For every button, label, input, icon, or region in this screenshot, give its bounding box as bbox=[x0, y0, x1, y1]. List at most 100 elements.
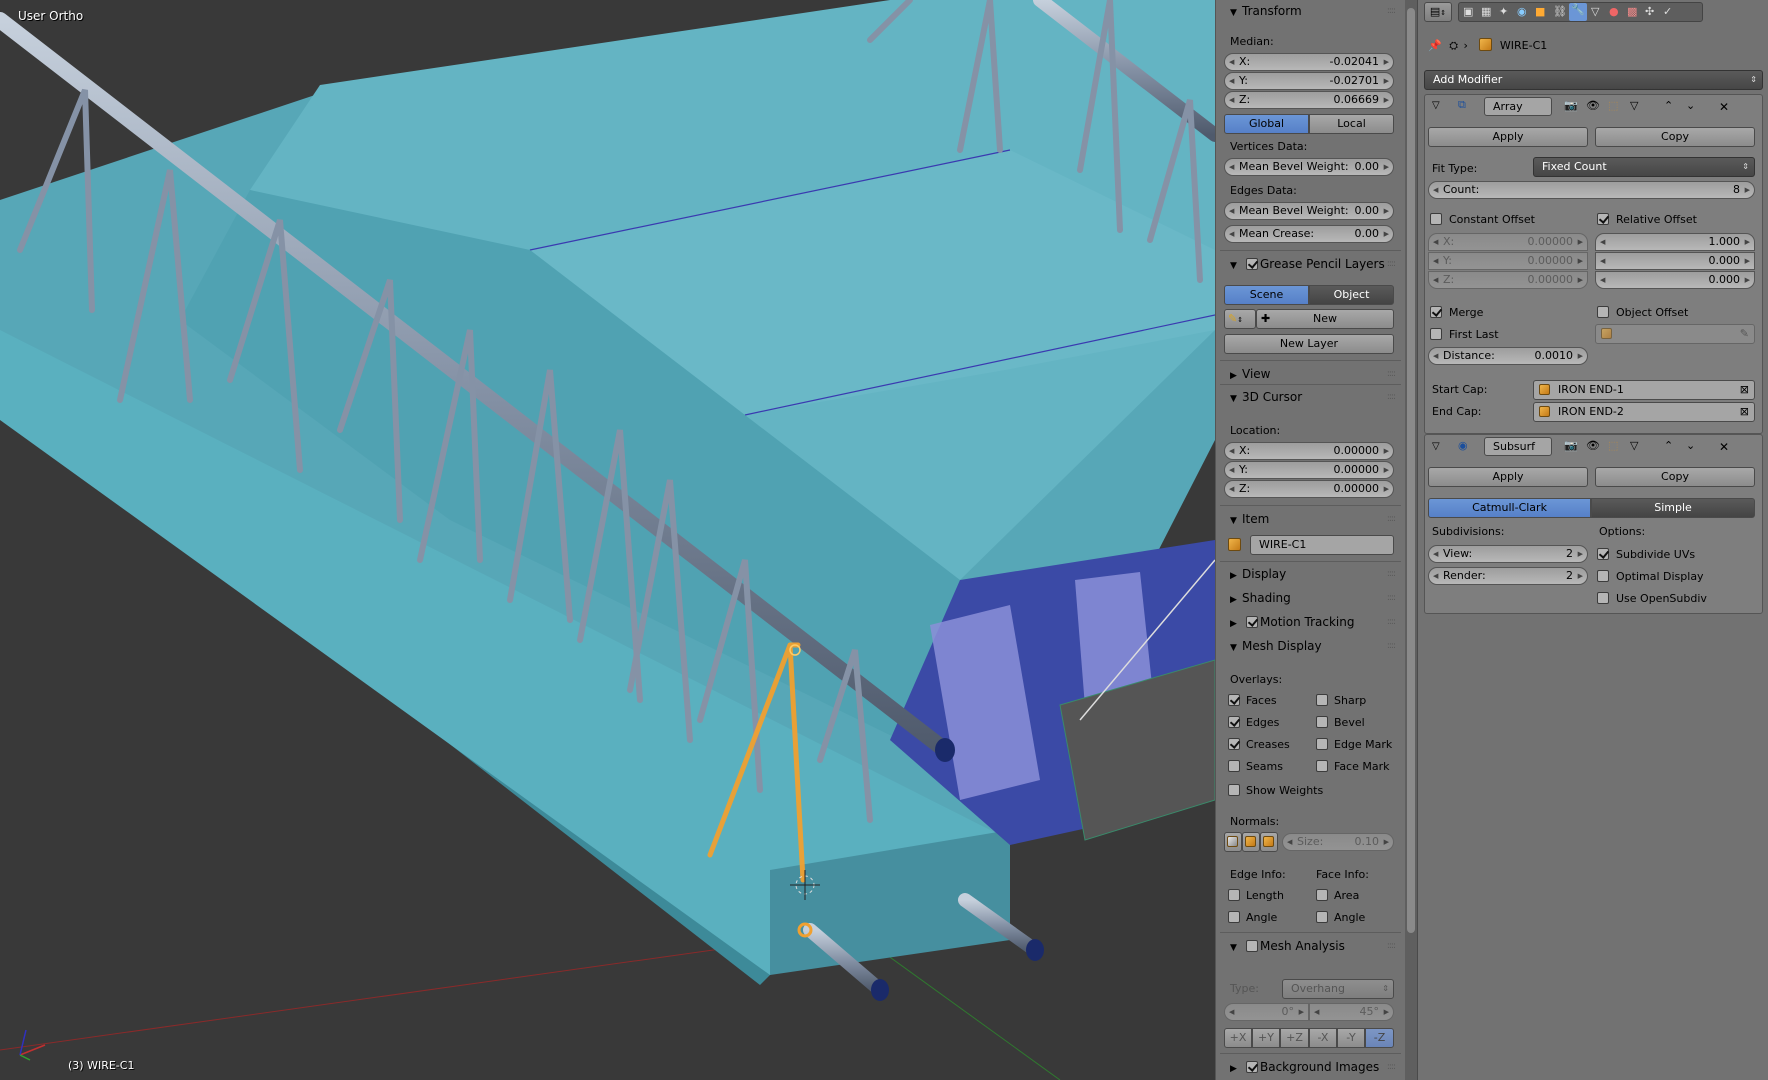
local-toggle[interactable]: Local bbox=[1309, 114, 1394, 134]
drag-grip-icon[interactable]: :::: bbox=[1387, 1056, 1396, 1078]
item-panel-header[interactable]: ▼ Item:::: bbox=[1220, 508, 1401, 530]
seams-checkbox[interactable] bbox=[1228, 760, 1240, 772]
collapse-triangle-icon[interactable]: ▽ bbox=[1432, 441, 1440, 452]
start-cap-field[interactable]: IRON END-1 ⊠ bbox=[1533, 380, 1755, 400]
item-name-field[interactable]: WIRE-C1 bbox=[1250, 535, 1394, 555]
increment-arrow-icon[interactable]: ▶ bbox=[1384, 443, 1389, 459]
drag-grip-icon[interactable]: :::: bbox=[1387, 386, 1396, 408]
show-on-cage-icon[interactable]: ▽ bbox=[1630, 99, 1638, 112]
move-down-icon[interactable]: ⌄ bbox=[1686, 99, 1695, 112]
merge-distance-field[interactable]: ◀ Distance: 0.0010 ▶ bbox=[1428, 347, 1588, 365]
offset-object-field[interactable]: ✎ bbox=[1595, 324, 1755, 344]
drag-grip-icon[interactable]: :::: bbox=[1387, 635, 1396, 657]
transform-panel-header[interactable]: ▼ Transform:::: bbox=[1220, 0, 1401, 22]
bevel-checkbox[interactable] bbox=[1316, 716, 1328, 728]
show-on-cage-icon[interactable]: ▽ bbox=[1630, 439, 1638, 452]
constant-offset-z-field[interactable]: ◀ Z: 0.00000 ▶ bbox=[1428, 271, 1588, 289]
drag-grip-icon[interactable]: :::: bbox=[1387, 363, 1396, 385]
increment-arrow-icon[interactable]: ▶ bbox=[1578, 272, 1583, 288]
array-copy-button[interactable]: Copy bbox=[1595, 127, 1755, 147]
increment-arrow-icon[interactable]: ▶ bbox=[1578, 546, 1583, 562]
decrement-arrow-icon[interactable]: ◀ bbox=[1314, 1004, 1319, 1020]
move-up-icon[interactable]: ⌃ bbox=[1664, 439, 1673, 452]
drag-grip-icon[interactable]: :::: bbox=[1387, 0, 1396, 22]
cursor-y-field[interactable]: ◀ Y: 0.00000 ▶ bbox=[1224, 461, 1394, 479]
subsurf-copy-button[interactable]: Copy bbox=[1595, 467, 1755, 487]
drag-grip-icon[interactable]: :::: bbox=[1387, 563, 1396, 585]
decrement-arrow-icon[interactable]: ◀ bbox=[1229, 203, 1234, 219]
collapse-triangle-icon[interactable]: ▽ bbox=[1432, 100, 1440, 111]
increment-arrow-icon[interactable]: ▶ bbox=[1384, 203, 1389, 219]
material-tab-icon[interactable]: ● bbox=[1609, 5, 1619, 18]
decrement-arrow-icon[interactable]: ◀ bbox=[1433, 546, 1438, 562]
split-normals-toggle[interactable] bbox=[1242, 832, 1260, 852]
increment-arrow-icon[interactable]: ▶ bbox=[1745, 272, 1750, 288]
face-normals-toggle[interactable] bbox=[1260, 832, 1278, 852]
data-tab-icon[interactable]: ▽ bbox=[1591, 5, 1599, 18]
show-in-render-icon[interactable]: 📷 bbox=[1564, 99, 1578, 112]
increment-arrow-icon[interactable]: ▶ bbox=[1384, 1004, 1389, 1020]
decrement-arrow-icon[interactable]: ◀ bbox=[1229, 54, 1234, 70]
view-panel-header[interactable]: ▶ View:::: bbox=[1220, 363, 1401, 385]
object-tab-icon[interactable]: ■ bbox=[1535, 5, 1545, 18]
increment-arrow-icon[interactable]: ▶ bbox=[1384, 462, 1389, 478]
n-panel-scrollbar[interactable] bbox=[1405, 0, 1417, 1080]
subsurf-view-levels-field[interactable]: ◀ View: 2 ▶ bbox=[1428, 545, 1588, 563]
increment-arrow-icon[interactable]: ▶ bbox=[1745, 253, 1750, 269]
render-tab-icon[interactable]: ▣ bbox=[1463, 5, 1473, 18]
decrement-arrow-icon[interactable]: ◀ bbox=[1433, 182, 1438, 198]
increment-arrow-icon[interactable]: ▶ bbox=[1384, 834, 1389, 850]
constraints-tab-icon[interactable]: ⛓ bbox=[1553, 5, 1567, 18]
drag-grip-icon[interactable]: :::: bbox=[1387, 253, 1396, 275]
relative-offset-x-field[interactable]: ◀ 1.000 ▶ bbox=[1595, 233, 1755, 251]
mesh-display-panel-header[interactable]: ▼ Mesh Display:::: bbox=[1220, 635, 1401, 657]
background-images-checkbox[interactable] bbox=[1246, 1061, 1258, 1073]
increment-arrow-icon[interactable]: ▶ bbox=[1384, 226, 1389, 242]
show-in-editmode-icon[interactable]: ⬚ bbox=[1608, 439, 1618, 452]
drag-grip-icon[interactable]: :::: bbox=[1387, 508, 1396, 530]
3d-viewport[interactable]: User Ortho (3) WIRE-C1 bbox=[0, 0, 1215, 1080]
display-panel-header[interactable]: ▶ Display:::: bbox=[1220, 563, 1401, 585]
constant-offset-checkbox[interactable] bbox=[1430, 213, 1442, 225]
move-up-icon[interactable]: ⌃ bbox=[1664, 99, 1673, 112]
modifiers-tab-icon[interactable]: 🔧 bbox=[1569, 3, 1587, 21]
cursor-z-field[interactable]: ◀ Z: 0.00000 ▶ bbox=[1224, 480, 1394, 498]
remove-modifier-close-icon[interactable]: ✕ bbox=[1718, 101, 1730, 113]
increment-arrow-icon[interactable]: ▶ bbox=[1578, 234, 1583, 250]
subsurf-name-field[interactable]: Subsurf bbox=[1484, 437, 1552, 456]
decrement-arrow-icon[interactable]: ◀ bbox=[1433, 253, 1438, 269]
scene-tab-icon[interactable]: ✦ bbox=[1499, 5, 1508, 18]
decrement-arrow-icon[interactable]: ◀ bbox=[1229, 443, 1234, 459]
drag-grip-icon[interactable]: :::: bbox=[1387, 611, 1396, 633]
catmull-clark-toggle[interactable]: Catmull-Clark bbox=[1428, 498, 1591, 518]
show-in-viewport-icon[interactable]: 👁 bbox=[1586, 99, 1600, 112]
render-layers-tab-icon[interactable]: ▦ bbox=[1481, 5, 1491, 18]
decrement-arrow-icon[interactable]: ◀ bbox=[1229, 159, 1234, 175]
decrement-arrow-icon[interactable]: ◀ bbox=[1229, 226, 1234, 242]
array-count-field[interactable]: ◀ Count: 8 ▶ bbox=[1428, 181, 1755, 199]
median-y-field[interactable]: ◀ Y: -0.02701 ▶ bbox=[1224, 72, 1394, 90]
edge-mark-checkbox[interactable] bbox=[1316, 738, 1328, 750]
global-toggle[interactable]: Global bbox=[1224, 114, 1309, 134]
eyedropper-icon[interactable]: ✎ bbox=[1740, 325, 1749, 343]
decrement-arrow-icon[interactable]: ◀ bbox=[1229, 462, 1234, 478]
physics-tab-icon[interactable]: ✓ bbox=[1663, 5, 1672, 18]
3d-cursor-panel-header[interactable]: ▼ 3D Cursor:::: bbox=[1220, 386, 1401, 408]
optimal-display-checkbox[interactable] bbox=[1597, 570, 1609, 582]
object-offset-checkbox[interactable] bbox=[1597, 306, 1609, 318]
gp-new-layer-button[interactable]: New Layer bbox=[1224, 334, 1394, 354]
decrement-arrow-icon[interactable]: ◀ bbox=[1600, 253, 1605, 269]
subsurf-apply-button[interactable]: Apply bbox=[1428, 467, 1588, 487]
increment-arrow-icon[interactable]: ▶ bbox=[1384, 159, 1389, 175]
subdivide-uvs-checkbox[interactable] bbox=[1597, 548, 1609, 560]
show-in-render-icon[interactable]: 📷 bbox=[1564, 439, 1578, 452]
increment-arrow-icon[interactable]: ▶ bbox=[1578, 568, 1583, 584]
increment-arrow-icon[interactable]: ▶ bbox=[1384, 92, 1389, 108]
axis-neg-x-button[interactable]: -X bbox=[1309, 1028, 1337, 1048]
increment-arrow-icon[interactable]: ▶ bbox=[1745, 234, 1750, 250]
remove-modifier-close-icon[interactable]: ✕ bbox=[1718, 441, 1730, 453]
decrement-arrow-icon[interactable]: ◀ bbox=[1433, 348, 1438, 364]
edge-mean-bevel-weight-field[interactable]: ◀ Mean Bevel Weight: 0.00 ▶ bbox=[1224, 202, 1394, 220]
use-opensubdiv-checkbox[interactable] bbox=[1597, 592, 1609, 604]
background-images-panel-header[interactable]: ▶ Background Images:::: bbox=[1220, 1056, 1401, 1078]
